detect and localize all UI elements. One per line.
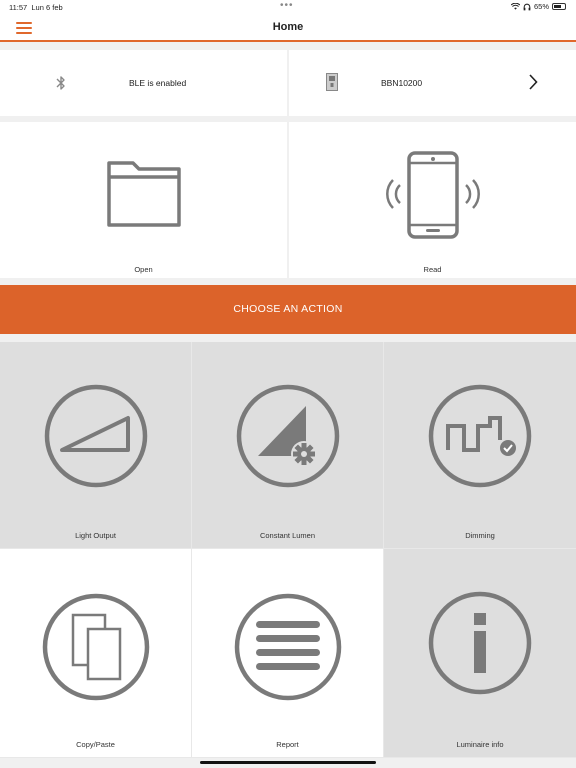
battery-percent: 65% (533, 2, 549, 11)
copy-paste-label: Copy/Paste (76, 740, 115, 749)
device-cell[interactable]: BBN10200 (289, 50, 576, 116)
luminaire-info-tile[interactable]: Luminaire info (384, 549, 576, 757)
connection-row: BLE is enabled BBN10200 (0, 50, 576, 116)
open-label: Open (134, 265, 153, 274)
light-output-tile[interactable]: Light Output (0, 342, 191, 548)
report-label: Report (276, 740, 299, 749)
wifi-icon (510, 3, 520, 10)
ble-status-cell: BLE is enabled (0, 50, 287, 116)
file-actions-row: Open Read (0, 122, 576, 278)
battery-icon (552, 3, 566, 10)
copy-paste-tile[interactable]: Copy/Paste (0, 549, 191, 757)
luminaire-info-label: Luminaire info (456, 740, 504, 749)
read-button[interactable]: Read (289, 122, 576, 278)
page-title: Home (272, 21, 304, 33)
read-label: Read (423, 265, 442, 274)
constant-lumen-label: Constant Lumen (259, 531, 316, 540)
status-bar: 11:57 Lun 6 feb ••• 65% (0, 0, 576, 14)
choose-action-banner: CHOOSE AN ACTION (0, 285, 576, 334)
device-name-label: BBN10200 (381, 78, 423, 88)
dimming-label: Dimming (465, 531, 495, 540)
copy-paste-icon (42, 593, 149, 701)
device-icon (326, 73, 338, 91)
nav-bar: Home (0, 14, 576, 42)
light-output-icon (44, 384, 147, 488)
light-output-label: Light Output (75, 531, 116, 540)
bluetooth-icon (56, 76, 65, 90)
folder-icon (106, 161, 181, 227)
open-button[interactable]: Open (0, 122, 287, 278)
dimming-tile[interactable]: Dimming (384, 342, 576, 548)
status-indicators: 65% (510, 2, 566, 11)
chevron-right-icon[interactable] (528, 74, 538, 90)
dimming-icon (428, 384, 532, 488)
phone-wireless-icon (385, 151, 480, 239)
info-icon (428, 591, 532, 695)
home-indicator[interactable] (200, 761, 376, 764)
constant-lumen-tile[interactable]: Constant Lumen (192, 342, 383, 548)
ble-status-label: BLE is enabled (129, 78, 187, 88)
action-grid: Light Output Constant Lumen Dimming Copy… (0, 342, 576, 758)
headphones-icon (523, 3, 531, 10)
status-time: 11:57 Lun 6 feb (9, 3, 63, 12)
report-tile[interactable]: Report (192, 549, 383, 757)
multitasking-dots[interactable]: ••• (280, 0, 294, 11)
report-icon (234, 593, 341, 701)
constant-lumen-icon (236, 384, 339, 488)
